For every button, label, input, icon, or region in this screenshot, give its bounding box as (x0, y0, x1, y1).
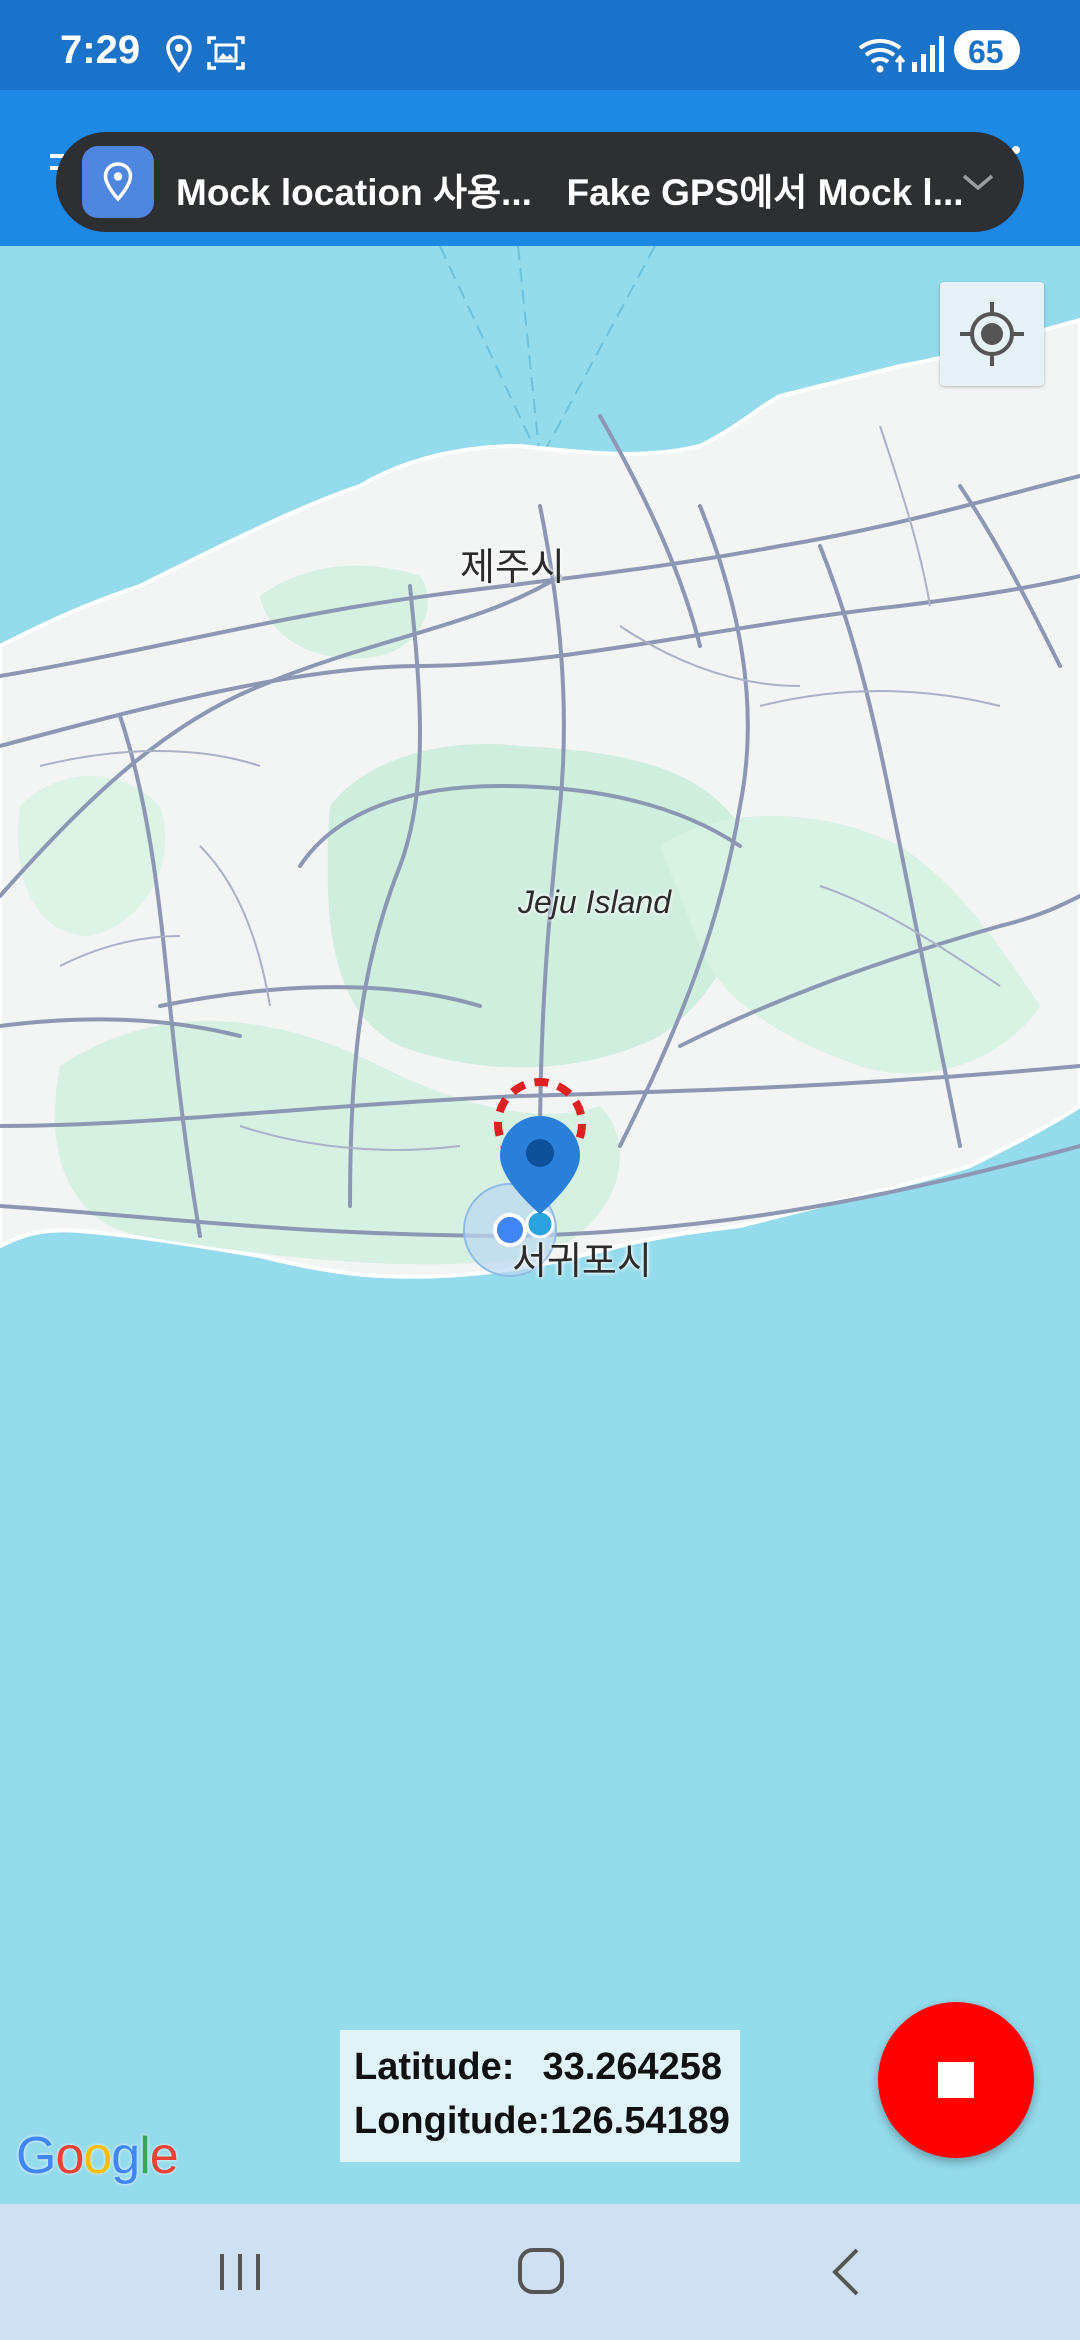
latitude-value: 33.264258 (542, 2046, 723, 2088)
notification-title-text: Mock location 사용... (176, 172, 532, 213)
back-icon[interactable] (795, 2236, 895, 2308)
longitude-label: Longitude: (354, 2100, 551, 2142)
notification-title: Mock location 사용... Fake GPS에서 Mock l... (176, 162, 964, 216)
notification-app-icon (82, 146, 154, 218)
my-location-button[interactable] (940, 282, 1044, 386)
google-logo: Google (16, 2127, 179, 2185)
longitude-value: 126.54189 (550, 2100, 730, 2142)
crosshair-icon (960, 302, 1024, 366)
map-label-seogwipo-si: 서귀포시 (512, 1241, 652, 1283)
location-pin-icon (103, 162, 133, 202)
system-nav-bar (0, 2204, 1080, 2340)
signal-icon (912, 36, 944, 72)
coordinates-panel: Latitude: 33.264258 Longitude:126.54189 (340, 2030, 740, 2162)
status-bar: 7:29 65 (0, 0, 1080, 90)
home-icon[interactable] (490, 2236, 590, 2308)
battery-icon: 65 (954, 30, 1020, 70)
wifi-icon (858, 38, 906, 73)
status-time: 7:29 (60, 28, 141, 72)
notification-body-text: Fake GPS에서 Mock l... (566, 172, 964, 213)
map-label-jeju-si: 제주시 (460, 547, 565, 589)
location-icon (166, 35, 192, 73)
chevron-down-icon[interactable] (956, 164, 1000, 200)
screenshot-icon (207, 36, 245, 70)
latitude-label: Latitude: (354, 2046, 515, 2088)
stop-icon (938, 2062, 974, 2098)
mock-location-notification[interactable]: Mock location 사용... Fake GPS에서 Mock l... (56, 132, 1024, 232)
battery-level: 65 (968, 34, 1004, 70)
recents-icon[interactable] (190, 2236, 290, 2308)
stop-mock-button[interactable] (878, 2002, 1034, 2158)
map-label-jeju-island: Jeju Island (518, 884, 671, 920)
map-view[interactable]: 제주시 Jeju Island 서귀포시 (0, 246, 1080, 2204)
